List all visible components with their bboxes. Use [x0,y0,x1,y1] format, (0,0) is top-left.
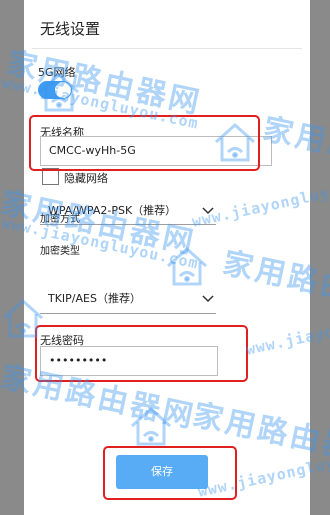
wifi-house-icon [212,120,258,168]
wifi-house-icon [36,70,82,118]
wifi-house-icon [128,404,174,452]
encryption-type-underline [40,313,216,314]
hide-network-label: 隐藏网络 [64,172,108,185]
title-divider [32,48,302,49]
encryption-type-value: TKIP/AES（推荐） [48,292,141,305]
wifi-house-icon [0,296,46,344]
dialog-title: 无线设置 [40,20,101,38]
wifi-house-icon [164,244,210,292]
